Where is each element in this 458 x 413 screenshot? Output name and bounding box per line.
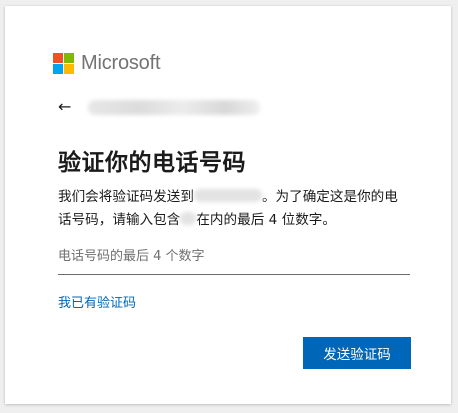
- microsoft-logo-icon: [53, 53, 74, 74]
- logo-text: Microsoft: [81, 52, 161, 74]
- dialog-card: Microsoft ← 验证你的电话号码 我们会将验证码发送到 。为了确定这是你的…: [5, 6, 451, 404]
- account-identity-redacted: [88, 99, 260, 115]
- logo-square-yellow: [64, 64, 74, 74]
- identity-row: ←: [58, 99, 260, 115]
- send-code-button[interactable]: 发送验证码: [303, 337, 411, 369]
- description-text: 我们会将验证码发送到 。为了确定这是你的电话号码，请输入包含 在内的最后 4 位数字…: [58, 186, 410, 232]
- description-part-3: 在内的最后 4 位数字。: [196, 212, 336, 228]
- page-title: 验证你的电话号码: [58, 150, 246, 176]
- phone-digits-input[interactable]: [58, 242, 410, 270]
- logo-square-red: [53, 53, 63, 63]
- back-arrow-icon[interactable]: ←: [58, 99, 76, 115]
- description-part-1: 我们会将验证码发送到: [58, 189, 194, 205]
- microsoft-logo: Microsoft: [53, 52, 161, 75]
- redacted-phone-number: [193, 189, 262, 202]
- redacted-digits: [180, 212, 197, 225]
- logo-square-blue: [53, 64, 63, 74]
- page: Microsoft ← 验证你的电话号码 我们会将验证码发送到 。为了确定这是你的…: [0, 0, 458, 413]
- phone-digits-field: [58, 242, 410, 275]
- logo-square-green: [64, 53, 74, 63]
- have-code-link[interactable]: 我已有验证码: [58, 292, 136, 311]
